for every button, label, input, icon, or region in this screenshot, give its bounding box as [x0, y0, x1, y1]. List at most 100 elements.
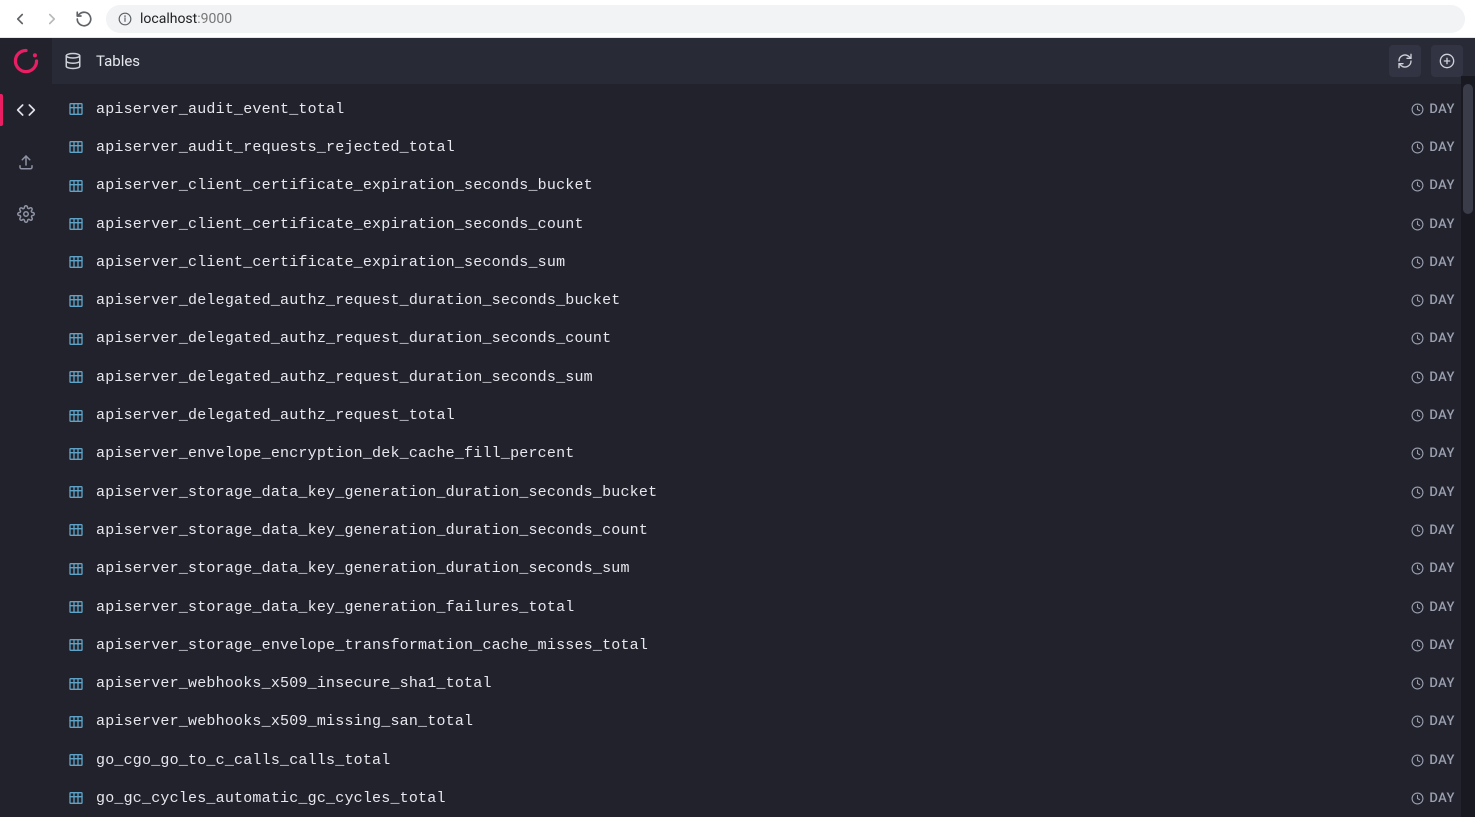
table-row[interactable]: apiserver_storage_data_key_generation_fa…: [58, 588, 1469, 626]
partition-badge: DAY: [1411, 102, 1455, 117]
partition-label: DAY: [1429, 102, 1455, 117]
refresh-icon: [1397, 53, 1413, 69]
clock-icon: [1411, 447, 1424, 460]
table-name: apiserver_storage_data_key_generation_du…: [96, 522, 648, 539]
table-name: apiserver_audit_requests_rejected_total: [96, 139, 455, 156]
table-icon: [68, 216, 84, 232]
table-row[interactable]: apiserver_client_certificate_expiration_…: [58, 167, 1469, 205]
clock-icon: [1411, 754, 1424, 767]
table-name: apiserver_envelope_encryption_dek_cache_…: [96, 445, 574, 462]
partition-label: DAY: [1429, 753, 1455, 768]
sidebar-item-import[interactable]: [0, 136, 52, 188]
add-table-button[interactable]: [1431, 45, 1463, 77]
table-name: apiserver_storage_envelope_transformatio…: [96, 637, 648, 654]
plus-circle-icon: [1439, 53, 1455, 69]
code-icon: [16, 100, 36, 120]
browser-refresh-button[interactable]: [74, 9, 94, 29]
table-icon: [68, 676, 84, 692]
table-icon: [68, 139, 84, 155]
partition-label: DAY: [1429, 331, 1455, 346]
table-row[interactable]: apiserver_storage_data_key_generation_du…: [58, 550, 1469, 588]
partition-label: DAY: [1429, 676, 1455, 691]
partition-badge: DAY: [1411, 370, 1455, 385]
tables-list[interactable]: apiserver_audit_event_totalDAYapiserver_…: [52, 84, 1475, 817]
table-row[interactable]: apiserver_delegated_authz_request_totalD…: [58, 396, 1469, 434]
main-panel: Tables apiserver_audit_event_totalDAYapi…: [52, 38, 1475, 817]
partition-badge: DAY: [1411, 638, 1455, 653]
table-row[interactable]: apiserver_storage_data_key_generation_du…: [58, 473, 1469, 511]
app-logo[interactable]: [0, 38, 52, 84]
partition-badge: DAY: [1411, 293, 1455, 308]
refresh-tables-button[interactable]: [1389, 45, 1421, 77]
table-row[interactable]: apiserver_delegated_authz_request_durati…: [58, 281, 1469, 319]
table-icon: [68, 178, 84, 194]
partition-badge: DAY: [1411, 600, 1455, 615]
partition-label: DAY: [1429, 485, 1455, 500]
browser-forward-button[interactable]: [42, 9, 62, 29]
partition-label: DAY: [1429, 293, 1455, 308]
table-icon: [68, 254, 84, 270]
table-row[interactable]: apiserver_audit_requests_rejected_total D…: [58, 128, 1469, 166]
table-name: apiserver_storage_data_key_generation_fa…: [96, 599, 574, 616]
table-name: go_gc_cycles_automatic_gc_cycles_total: [96, 790, 446, 807]
partition-label: DAY: [1429, 178, 1455, 193]
table-row[interactable]: apiserver_webhooks_x509_insecure_sha1_to…: [58, 664, 1469, 702]
address-host: localhost: [140, 11, 197, 27]
gear-icon: [17, 205, 35, 223]
app-root: Tables apiserver_audit_event_totalDAYapi…: [0, 38, 1475, 817]
partition-label: DAY: [1429, 446, 1455, 461]
clock-icon: [1411, 103, 1424, 116]
table-name: apiserver_webhooks_x509_insecure_sha1_to…: [96, 675, 492, 692]
table-row[interactable]: apiserver_delegated_authz_request_durati…: [58, 358, 1469, 396]
table-row[interactable]: apiserver_storage_envelope_transformatio…: [58, 626, 1469, 664]
table-row[interactable]: apiserver_client_certificate_expiration_…: [58, 243, 1469, 281]
partition-badge: DAY: [1411, 523, 1455, 538]
site-info-icon[interactable]: [118, 12, 132, 26]
partition-badge: DAY: [1411, 255, 1455, 270]
clock-icon: [1411, 409, 1424, 422]
browser-back-button[interactable]: [10, 9, 30, 29]
table-name: apiserver_storage_data_key_generation_du…: [96, 484, 657, 501]
table-row[interactable]: apiserver_webhooks_x509_missing_san_tota…: [58, 703, 1469, 741]
sidebar: [0, 38, 52, 817]
table-row[interactable]: go_cgo_go_to_c_calls_calls_total DAY: [58, 741, 1469, 779]
clock-icon: [1411, 639, 1424, 652]
table-icon: [68, 599, 84, 615]
table-name: apiserver_audit_event_total: [96, 101, 344, 118]
toolbar: Tables: [52, 38, 1475, 84]
table-icon: [68, 714, 84, 730]
partition-label: DAY: [1429, 600, 1455, 615]
sidebar-item-console[interactable]: [0, 84, 52, 136]
scrollbar-thumb[interactable]: [1463, 84, 1473, 214]
table-name: apiserver_client_certificate_expiration_…: [96, 216, 584, 233]
partition-label: DAY: [1429, 714, 1455, 729]
partition-badge: DAY: [1411, 331, 1455, 346]
table-row[interactable]: apiserver_audit_event_total DAY: [58, 90, 1469, 128]
address-port: :9000: [197, 11, 232, 27]
table-row[interactable]: apiserver_storage_data_key_generation_du…: [58, 511, 1469, 549]
clock-icon: [1411, 601, 1424, 614]
clock-icon: [1411, 371, 1424, 384]
sidebar-item-settings[interactable]: [0, 188, 52, 240]
table-name: apiserver_delegated_authz_request_durati…: [96, 292, 620, 309]
clock-icon: [1411, 562, 1424, 575]
table-name: apiserver_client_certificate_expiration_…: [96, 254, 565, 271]
partition-label: DAY: [1429, 408, 1455, 423]
table-name: apiserver_storage_data_key_generation_du…: [96, 560, 630, 577]
table-icon: [68, 369, 84, 385]
address-bar[interactable]: localhost:9000: [106, 5, 1465, 33]
partition-badge: DAY: [1411, 140, 1455, 155]
partition-badge: DAY: [1411, 714, 1455, 729]
table-row[interactable]: apiserver_envelope_encryption_dek_cache_…: [58, 435, 1469, 473]
database-icon: [64, 52, 82, 70]
table-row[interactable]: apiserver_client_certificate_expiration_…: [58, 205, 1469, 243]
table-row[interactable]: apiserver_delegated_authz_request_durati…: [58, 320, 1469, 358]
clock-icon: [1411, 677, 1424, 690]
table-name: go_cgo_go_to_c_calls_calls_total: [96, 752, 390, 769]
table-icon: [68, 561, 84, 577]
panel-title: Tables: [96, 52, 140, 70]
table-row[interactable]: go_gc_cycles_automatic_gc_cycles_totalDA…: [58, 779, 1469, 817]
clock-icon: [1411, 141, 1424, 154]
partition-badge: DAY: [1411, 676, 1455, 691]
clock-icon: [1411, 486, 1424, 499]
